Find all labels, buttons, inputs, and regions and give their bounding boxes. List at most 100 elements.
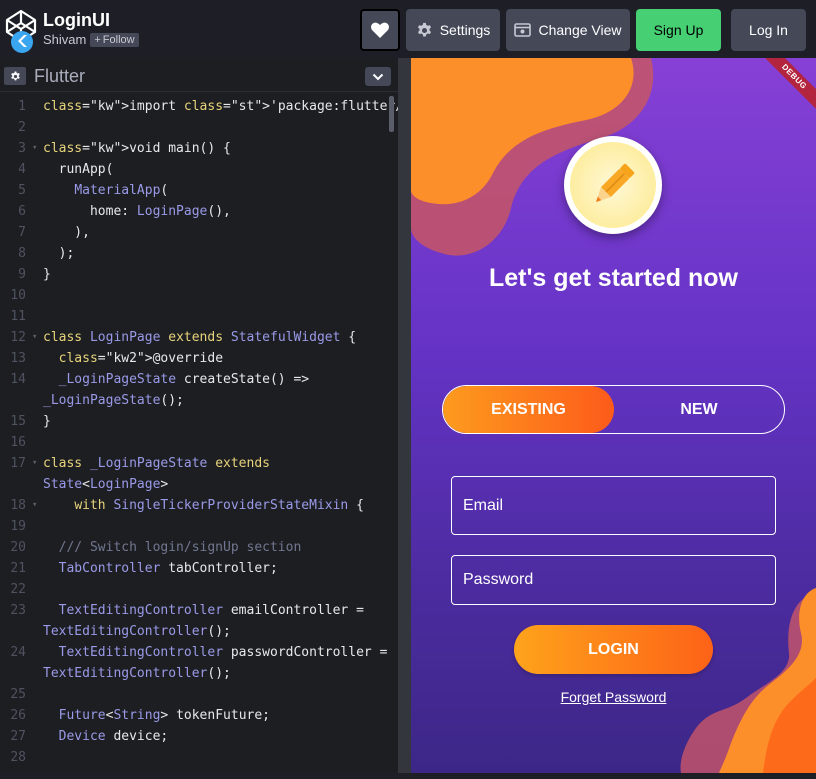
heart-icon: [371, 22, 389, 38]
settings-button[interactable]: Settings: [406, 9, 500, 51]
fold-arrow-icon[interactable]: ▾: [32, 495, 37, 516]
heart-button[interactable]: [360, 9, 400, 51]
line-number: 14: [10, 372, 26, 387]
code-line[interactable]: 24 TextEditingController passwordControl…: [0, 642, 390, 663]
code-line[interactable]: 27 Device device;: [0, 726, 390, 747]
code-line[interactable]: 5 MaterialApp(: [0, 180, 390, 201]
code-line[interactable]: 13 class="kw2">@override: [0, 348, 390, 369]
code-line[interactable]: 4 runApp(: [0, 159, 390, 180]
tab-new[interactable]: NEW: [614, 386, 784, 433]
line-number: 12: [10, 330, 26, 345]
line-number: 5: [18, 183, 26, 198]
change-view-label: Change View: [538, 22, 622, 38]
code-text: }: [43, 267, 51, 282]
code-text: State<LoginPage>: [43, 477, 169, 492]
code-line[interactable]: 2: [0, 117, 390, 138]
gear-icon: [417, 22, 431, 36]
code-line[interactable]: 20 /// Switch login/signUp section: [0, 537, 390, 558]
code-text: class="kw">void main() {: [43, 141, 231, 156]
line-number: 13: [10, 351, 26, 366]
code-text: runApp(: [43, 162, 114, 177]
code-line[interactable]: 11: [0, 306, 390, 327]
code-line[interactable]: TextEditingController();: [0, 621, 390, 642]
signup-button[interactable]: Sign Up: [636, 9, 721, 51]
code-line[interactable]: 18 ▾ with SingleTickerProviderStateMixin …: [0, 495, 390, 516]
line-number: 4: [18, 162, 26, 177]
line-number: 23: [10, 603, 26, 618]
code-area[interactable]: 1 class="kw">import class="st">'package:f…: [0, 96, 398, 773]
line-number: 9: [18, 267, 26, 282]
headline: Let's get started now: [488, 264, 739, 292]
code-line[interactable]: State<LoginPage>: [0, 474, 390, 495]
code-line[interactable]: 25: [0, 684, 390, 705]
code-text: class="kw">import class="st">'package:fl…: [43, 99, 398, 114]
bottom-status-strip: [0, 773, 816, 779]
code-text: with SingleTickerProviderStateMixin {: [74, 498, 364, 513]
code-line[interactable]: 10: [0, 285, 390, 306]
line-number: 18: [10, 498, 26, 513]
change-view-button[interactable]: Change View: [506, 9, 630, 51]
code-text: home: LoginPage(),: [43, 204, 231, 219]
code-text: _LoginPageState createState() =>: [58, 372, 310, 387]
pen-title-block: LoginUI Shivam + Follow: [43, 10, 139, 47]
code-text: Future<String> tokenFuture;: [58, 708, 270, 723]
codepen-logo-icon[interactable]: [4, 8, 38, 54]
code-line[interactable]: 21 TabController tabController;: [0, 558, 390, 579]
code-text: );: [43, 246, 75, 261]
code-text: TextEditingController emailController =: [58, 603, 364, 618]
email-field[interactable]: Email: [451, 476, 776, 535]
panel-resize-handle[interactable]: [398, 58, 411, 773]
code-line[interactable]: 8 );: [0, 243, 390, 264]
code-line[interactable]: 14 _LoginPageState createState() =>: [0, 369, 390, 390]
code-text: TabController tabController;: [58, 561, 278, 576]
line-number: 10: [10, 288, 26, 303]
line-number: 25: [10, 687, 26, 702]
debug-banner: DEBUG: [755, 58, 816, 116]
fold-arrow-icon[interactable]: ▾: [32, 327, 37, 348]
tab-existing[interactable]: EXISTING: [443, 386, 614, 433]
fold-arrow-icon[interactable]: ▾: [32, 453, 37, 474]
follow-button[interactable]: + Follow: [90, 32, 139, 47]
auth-mode-toggle: EXISTING NEW: [442, 385, 785, 434]
line-number: 1: [18, 99, 26, 114]
editor-collapse-button[interactable]: [365, 67, 391, 86]
code-line[interactable]: 28: [0, 747, 390, 768]
editor-scrollbar[interactable]: [389, 96, 394, 132]
code-line[interactable]: 9}: [0, 264, 390, 285]
editor-settings-button[interactable]: [4, 67, 26, 85]
code-line[interactable]: 26 Future<String> tokenFuture;: [0, 705, 390, 726]
code-text: class _LoginPageState extends: [43, 456, 270, 471]
bottom-blob-decoration: [680, 588, 816, 773]
code-line[interactable]: 12 ▾ class LoginPage extends StatefulWidge…: [0, 327, 390, 348]
code-line[interactable]: 3 ▾ class="kw">void main() {: [0, 138, 390, 159]
line-number: 28: [10, 750, 26, 765]
code-line[interactable]: 17 ▾ class _LoginPageState extends: [0, 453, 390, 474]
line-number: 3: [18, 141, 26, 156]
line-number: 16: [10, 435, 26, 450]
line-number: 8: [18, 246, 26, 261]
fold-arrow-icon[interactable]: ▾: [32, 138, 37, 159]
author-name[interactable]: Shivam: [43, 32, 86, 47]
code-line[interactable]: 16: [0, 432, 390, 453]
code-line[interactable]: TextEditingController();: [0, 663, 390, 684]
password-placeholder: Password: [463, 571, 534, 588]
code-line[interactable]: 15}: [0, 411, 390, 432]
line-number: 26: [10, 708, 26, 723]
follow-label: Follow: [102, 33, 135, 46]
login-header-button[interactable]: Log In: [731, 9, 806, 51]
code-line[interactable]: 7 ),: [0, 222, 390, 243]
pencil-icon: [596, 163, 635, 202]
line-number: 19: [10, 519, 26, 534]
editor-header: Flutter: [0, 58, 398, 92]
code-text: TextEditingController();: [43, 624, 231, 639]
code-line[interactable]: _LoginPageState();: [0, 390, 390, 411]
code-line[interactable]: 6 home: LoginPage(),: [0, 201, 390, 222]
code-line[interactable]: 19: [0, 516, 390, 537]
code-text: Device device;: [58, 729, 169, 744]
pencil-avatar: [564, 136, 662, 234]
line-number: 20: [10, 540, 26, 555]
line-number: 21: [10, 561, 26, 576]
code-line[interactable]: 23 TextEditingController emailController…: [0, 600, 390, 621]
code-line[interactable]: 1 class="kw">import class="st">'package:f…: [0, 96, 398, 117]
code-line[interactable]: 22: [0, 579, 390, 600]
